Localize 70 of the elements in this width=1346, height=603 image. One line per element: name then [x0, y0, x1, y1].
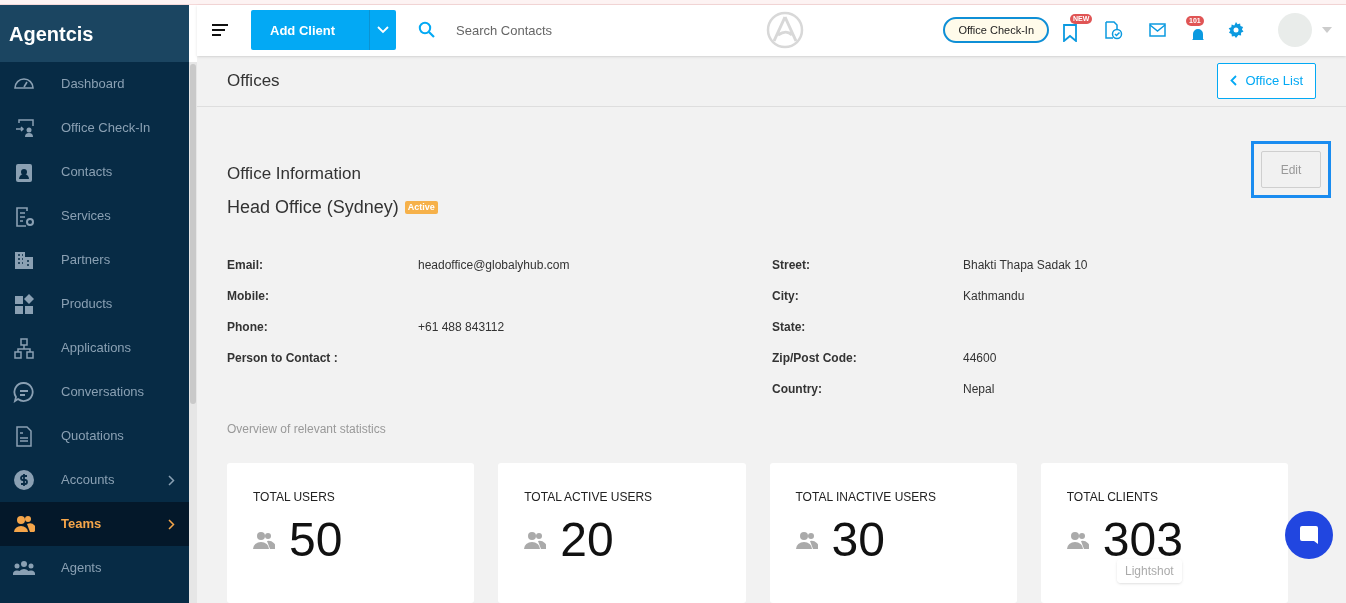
field-value: +61 488 843112 — [418, 318, 505, 336]
stat-label: TOTAL CLIENTS — [1066, 489, 1158, 506]
field-label: Email: — [227, 256, 264, 274]
sidebar-item[interactable]: Conversations — [0, 370, 189, 414]
check-in-icon — [13, 117, 35, 139]
sidebar-item[interactable]: Dashboard — [0, 62, 189, 106]
mail-icon[interactable] — [1149, 23, 1166, 38]
stat-label: TOTAL USERS — [253, 489, 335, 506]
brand-logo: Agentcis — [9, 21, 94, 47]
field-label: Street: — [772, 256, 811, 274]
page-title: Offices — [227, 70, 280, 92]
menu-icon[interactable] — [211, 23, 229, 38]
sidebar-item[interactable]: Office Check-In — [0, 106, 189, 150]
field-value: 44600 — [963, 349, 997, 367]
stat-value: 20 — [560, 512, 614, 568]
field-label: Country: — [772, 380, 823, 398]
field-label: City: — [772, 287, 800, 305]
stats-caption: Overview of relevant statistics — [227, 421, 387, 438]
tooltip: Lightshot — [1117, 559, 1182, 583]
logo-icon — [766, 11, 804, 50]
sidebar-item[interactable]: Teams — [0, 502, 189, 546]
office-name: Head Office (Sydney) — [227, 196, 399, 219]
field-value: Nepal — [963, 380, 995, 398]
stat-value: 30 — [831, 512, 885, 568]
sidebar-item[interactable]: Partners — [0, 238, 189, 282]
chat-icon — [13, 381, 35, 403]
document-check-icon[interactable] — [1103, 20, 1123, 41]
sidebar-item[interactable]: Quotations — [0, 414, 189, 458]
status-badge: Active — [404, 200, 438, 215]
section-title: Office Information — [227, 163, 361, 185]
people-icon — [253, 531, 275, 549]
settings-icon[interactable] — [1228, 22, 1244, 39]
search-field[interactable]: Search Contacts — [456, 20, 676, 40]
chevron-left-icon — [1230, 75, 1238, 87]
building-icon — [13, 249, 35, 271]
field-label: Mobile: — [227, 287, 270, 305]
chat-bubble-icon — [1299, 525, 1319, 545]
stat-value: 50 — [289, 512, 343, 568]
field-value: headoffice@globalyhub.com — [418, 256, 570, 274]
shapes-icon — [13, 293, 35, 315]
scrollbar[interactable] — [189, 62, 197, 603]
document-gear-icon — [13, 205, 35, 227]
sidebar-item[interactable]: Agents — [0, 546, 189, 590]
stat-label: TOTAL INACTIVE USERS — [795, 489, 936, 506]
people-icon — [1066, 531, 1089, 549]
id-badge-icon — [13, 161, 35, 183]
people-icon — [795, 531, 818, 549]
sidebar-item[interactable]: Contacts — [0, 150, 189, 194]
sidebar-item[interactable]: Accounts — [0, 458, 189, 502]
office-check-in-button[interactable]: Office Check-In — [943, 17, 1049, 44]
stat-label: TOTAL ACTIVE USERS — [524, 489, 653, 506]
field-label: Phone: — [227, 318, 269, 336]
people-icon — [524, 531, 547, 549]
field-label: Zip/Post Code: — [772, 349, 858, 367]
chevron-down-icon[interactable] — [377, 26, 389, 35]
caret-down-icon[interactable] — [1322, 27, 1332, 34]
people-icon — [13, 513, 35, 535]
field-label: State: — [772, 318, 807, 336]
dollar-icon — [13, 469, 35, 491]
chat-button[interactable] — [1285, 511, 1333, 559]
field-value: Bhakti Thapa Sadak 10 — [963, 256, 1088, 274]
field-label: Person to Contact : — [227, 349, 339, 367]
bookmark-icon[interactable] — [1063, 24, 1077, 43]
sidebar-item[interactable]: Products — [0, 282, 189, 326]
sidebar-item[interactable]: Applications — [0, 326, 189, 370]
search-icon[interactable] — [418, 21, 436, 40]
sidebar-item[interactable]: Services — [0, 194, 189, 238]
document-icon — [13, 425, 35, 447]
hierarchy-icon — [13, 337, 35, 359]
field-value: Kathmandu — [963, 287, 1025, 305]
